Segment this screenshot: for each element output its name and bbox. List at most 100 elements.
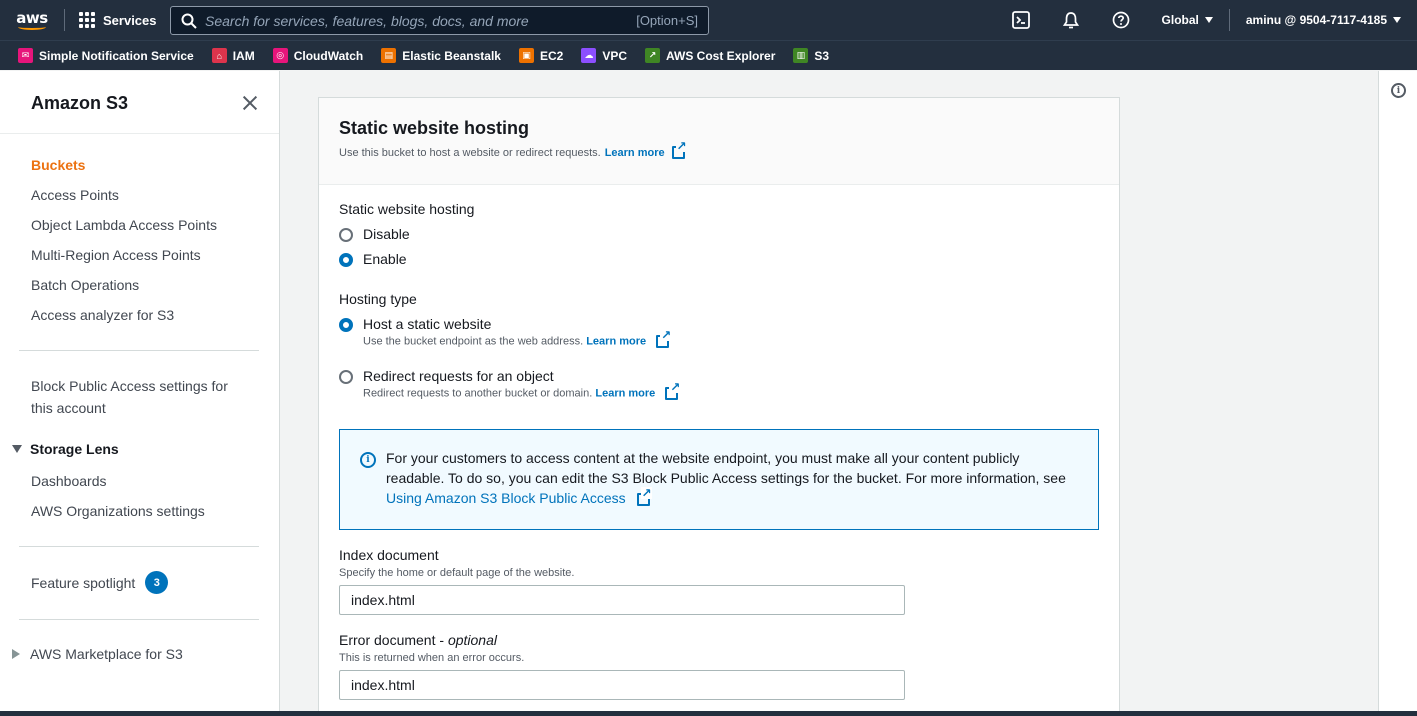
account-label: aminu @ 9504-7117-4185: [1245, 13, 1387, 27]
error-document-input[interactable]: index.html: [339, 670, 905, 700]
sidebar: Amazon S3 Buckets Access Points Object L…: [0, 71, 280, 716]
vpc-icon: ☁: [581, 48, 597, 63]
radio-button-checked[interactable]: [339, 318, 353, 332]
radio-disable[interactable]: Disable: [339, 226, 410, 242]
sidebar-item-batch-operations[interactable]: Batch Operations: [31, 274, 139, 296]
radio-label: Host a static website: [363, 316, 492, 332]
aws-logo[interactable]: aws: [0, 0, 64, 40]
sidebar-item-multi-region-access-points[interactable]: Multi-Region Access Points: [31, 244, 201, 266]
external-link-icon: [656, 329, 672, 348]
index-document-input[interactable]: index.html: [339, 585, 905, 615]
panel-title: Static website hosting: [339, 118, 530, 138]
sidebar-title[interactable]: Amazon S3: [31, 93, 128, 114]
help-button[interactable]: [1096, 0, 1146, 40]
radio-button[interactable]: [339, 370, 353, 384]
caret-down-icon: [12, 445, 22, 453]
search-shortcut: [Option+S]: [636, 13, 698, 28]
aws-logo-text: aws: [16, 8, 48, 27]
sidebar-item-block-public-access-cont[interactable]: this account: [31, 397, 106, 419]
favorite-label: VPC: [602, 48, 628, 63]
sidebar-item-buckets[interactable]: Buckets: [31, 154, 85, 176]
info-icon: i: [360, 452, 376, 468]
sidebar-item-aws-marketplace[interactable]: AWS Marketplace for S3: [12, 646, 183, 662]
optional-tag: optional: [447, 632, 497, 648]
nav-right-group: Global aminu @ 9504-7117-4185: [996, 0, 1417, 40]
favorite-elastic-beanstalk[interactable]: ▤ Elastic Beanstalk: [381, 48, 501, 63]
sidebar-item-access-points[interactable]: Access Points: [31, 184, 119, 206]
sidebar-item-feature-spotlight[interactable]: Feature spotlight 3: [31, 571, 169, 594]
radio-button-checked[interactable]: [339, 253, 353, 267]
divider: [19, 619, 259, 620]
services-menu-button[interactable]: Services: [65, 0, 171, 40]
sns-icon: ✉: [18, 48, 33, 63]
sidebar-item-object-lambda-access-points[interactable]: Object Lambda Access Points: [31, 214, 217, 236]
favorite-ec2[interactable]: ▣ EC2: [518, 48, 564, 63]
caret-right-icon: [12, 649, 20, 659]
error-document-label: Error document - optional: [339, 632, 497, 648]
radio-button[interactable]: [339, 228, 353, 242]
static-website-hosting-panel: Static website hosting Use this bucket t…: [318, 97, 1120, 716]
favorite-label: CloudWatch: [293, 48, 364, 63]
notifications-button[interactable]: [1046, 0, 1096, 40]
cloudwatch-icon: ◎: [272, 48, 288, 63]
search-input[interactable]: Search for services, features, blogs, do…: [170, 6, 709, 35]
marketplace-label: AWS Marketplace for S3: [30, 646, 183, 662]
sidebar-item-dashboards[interactable]: Dashboards: [31, 470, 107, 492]
favorite-label: Elastic Beanstalk: [402, 48, 501, 63]
s3-icon: ▥: [793, 48, 809, 63]
favorite-s3[interactable]: ▥ S3: [793, 48, 829, 63]
beanstalk-icon: ▤: [381, 48, 397, 63]
bell-icon: [1062, 12, 1079, 29]
divider: [19, 546, 259, 547]
error-document-label-text: Error document -: [339, 632, 448, 648]
close-icon[interactable]: [242, 95, 258, 111]
error-document-hint: This is returned when an error occurs.: [339, 652, 525, 664]
account-menu[interactable]: aminu @ 9504-7117-4185: [1230, 0, 1417, 40]
iam-icon: ⌂: [211, 48, 227, 63]
index-document-label: Index document: [339, 547, 439, 563]
favorite-label: S3: [814, 48, 830, 63]
feature-spotlight-label: Feature spotlight: [31, 574, 136, 591]
services-label: Services: [103, 12, 157, 28]
info-icon[interactable]: i: [1391, 83, 1406, 98]
favorite-cost-explorer[interactable]: ↗ AWS Cost Explorer: [645, 48, 775, 63]
storage-lens-toggle[interactable]: Storage Lens: [12, 441, 119, 457]
radio-enable[interactable]: Enable: [339, 251, 407, 267]
footer-bar: [0, 711, 1417, 716]
sidebar-item-block-public-access[interactable]: Block Public Access settings for: [31, 375, 228, 397]
external-link-icon: [671, 140, 687, 159]
search-placeholder: Search for services, features, blogs, do…: [205, 12, 529, 29]
sidebar-item-aws-organizations-settings[interactable]: AWS Organizations settings: [31, 500, 205, 522]
favorite-iam[interactable]: ⌂ IAM: [211, 48, 255, 63]
radio-description: Use the bucket endpoint as the web addre…: [363, 329, 672, 348]
region-label: Global: [1161, 13, 1199, 27]
panel-header: Static website hosting Use this bucket t…: [319, 98, 1119, 185]
panel-description: Use this bucket to host a website or red…: [339, 140, 1099, 159]
hosting-type-label: Hosting type: [339, 291, 417, 307]
radio-label: Enable: [363, 251, 407, 267]
sidebar-item-access-analyzer[interactable]: Access analyzer for S3: [31, 304, 174, 326]
alert-text-line: For your customers to access content at …: [386, 450, 1020, 466]
tools-panel-rail: i: [1378, 71, 1417, 716]
panel-description-text: Use this bucket to host a website or red…: [339, 146, 601, 159]
favorite-sns[interactable]: ✉ Simple Notification Service: [18, 48, 194, 63]
divider: [19, 350, 259, 351]
block-public-access-link[interactable]: Using Amazon S3 Block Public Access: [386, 490, 626, 506]
radio-redirect-requests[interactable]: Redirect requests for an object Redirect…: [339, 368, 681, 400]
favorite-label: AWS Cost Explorer: [666, 48, 776, 63]
cloudshell-button[interactable]: [996, 0, 1046, 40]
caret-down-icon: [1204, 17, 1213, 23]
cloudshell-icon: [1011, 11, 1030, 29]
learn-more-link[interactable]: Learn more: [595, 387, 655, 399]
top-navigation: aws Services Search for services, featur…: [0, 0, 1417, 40]
radio-host-static-website[interactable]: Host a static website Use the bucket end…: [339, 316, 672, 348]
favorite-label: EC2: [539, 48, 564, 63]
favorite-cloudwatch[interactable]: ◎ CloudWatch: [272, 48, 364, 63]
region-selector[interactable]: Global: [1146, 0, 1229, 40]
favorite-vpc[interactable]: ☁ VPC: [581, 48, 627, 63]
alert-text-line: readable. To do so, you can edit the S3 …: [386, 470, 1066, 486]
learn-more-link[interactable]: Learn more: [586, 335, 646, 347]
learn-more-link[interactable]: Learn more: [605, 147, 665, 159]
radio-description-text: Redirect requests to another bucket or d…: [363, 387, 593, 400]
hosting-field-label: Static website hosting: [339, 201, 475, 217]
